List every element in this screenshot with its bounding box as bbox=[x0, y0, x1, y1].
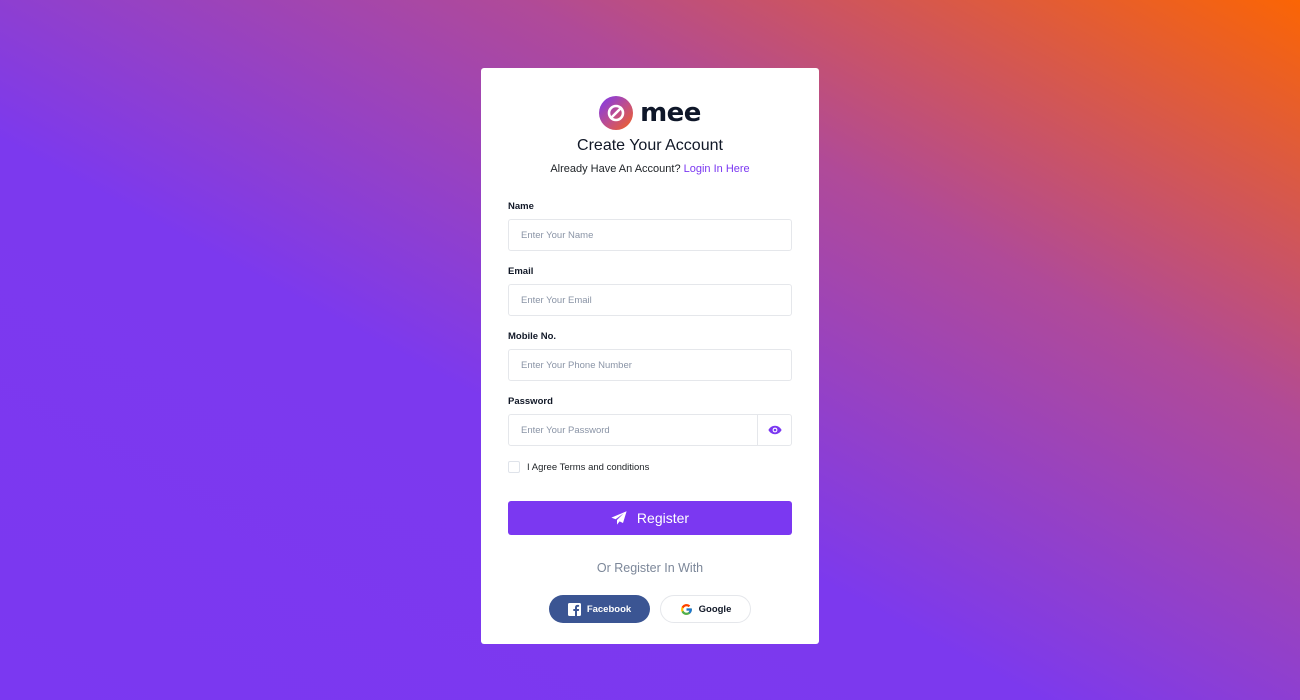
social-login-row: Facebook Google bbox=[508, 595, 792, 623]
eye-icon bbox=[767, 425, 782, 435]
login-prompt: Already Have An Account? Login In Here bbox=[508, 163, 792, 175]
email-input[interactable] bbox=[508, 284, 792, 316]
mobile-field-group: Mobile No. bbox=[508, 331, 792, 381]
facebook-label: Facebook bbox=[586, 603, 632, 615]
facebook-button[interactable]: Facebook bbox=[549, 595, 650, 623]
name-input[interactable] bbox=[508, 219, 792, 251]
google-button[interactable]: Google bbox=[660, 595, 751, 623]
password-field-group: Password bbox=[508, 396, 792, 446]
register-label: Register bbox=[636, 510, 690, 526]
facebook-icon bbox=[567, 602, 581, 616]
password-input-group bbox=[508, 414, 792, 446]
mobile-label: Mobile No. bbox=[508, 331, 557, 342]
password-input[interactable] bbox=[508, 414, 758, 446]
brand-name: mee bbox=[640, 98, 701, 128]
login-link[interactable]: Login In Here bbox=[684, 163, 750, 175]
logo-mark-icon bbox=[599, 96, 634, 130]
password-label: Password bbox=[508, 396, 553, 407]
alt-register-text: Or Register In With bbox=[596, 561, 704, 575]
google-icon bbox=[680, 603, 693, 616]
brand-logo: mee bbox=[508, 95, 792, 131]
register-button[interactable]: Register bbox=[508, 501, 792, 535]
terms-agreement: I Agree Terms and conditions bbox=[508, 461, 792, 473]
paper-plane-icon bbox=[611, 511, 627, 525]
login-prompt-text: Already Have An Account? bbox=[550, 163, 681, 175]
mobile-input[interactable] bbox=[508, 349, 792, 381]
page-title: Create Your Account bbox=[577, 137, 723, 154]
google-label: Google bbox=[698, 603, 732, 615]
terms-label: I Agree Terms and conditions bbox=[527, 461, 650, 473]
email-field-group: Email bbox=[508, 266, 792, 316]
email-label: Email bbox=[508, 266, 534, 277]
toggle-password-button[interactable] bbox=[758, 414, 792, 446]
name-field-group: Name bbox=[508, 201, 792, 251]
name-label: Name bbox=[508, 201, 534, 212]
terms-checkbox[interactable] bbox=[508, 461, 520, 473]
register-card: mee Create Your Account Already Have An … bbox=[481, 68, 819, 644]
